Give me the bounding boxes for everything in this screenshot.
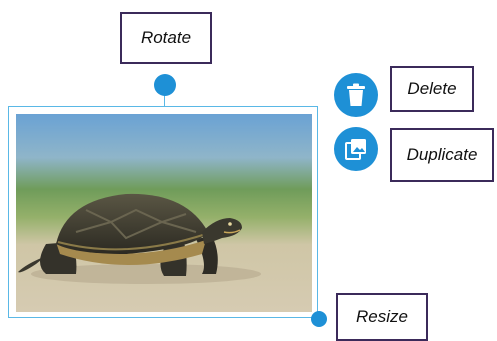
duplicate-button[interactable] [334,127,378,171]
resize-label-text: Resize [356,307,408,326]
duplicate-callout-label: Duplicate [390,128,494,182]
delete-button[interactable] [334,73,378,117]
resize-handle[interactable] [311,311,327,327]
delete-label-text: Delete [407,79,457,98]
rotate-callout-label: Rotate [120,12,212,64]
duplicate-label-text: Duplicate [406,145,478,164]
delete-callout-label: Delete [390,66,474,112]
image-copy-icon [345,139,366,160]
rotate-label-text: Rotate [140,28,192,47]
selection-frame [8,106,318,318]
rotate-handle[interactable] [154,74,176,96]
resize-callout-label: Resize [336,293,428,341]
trash-icon [347,83,365,106]
